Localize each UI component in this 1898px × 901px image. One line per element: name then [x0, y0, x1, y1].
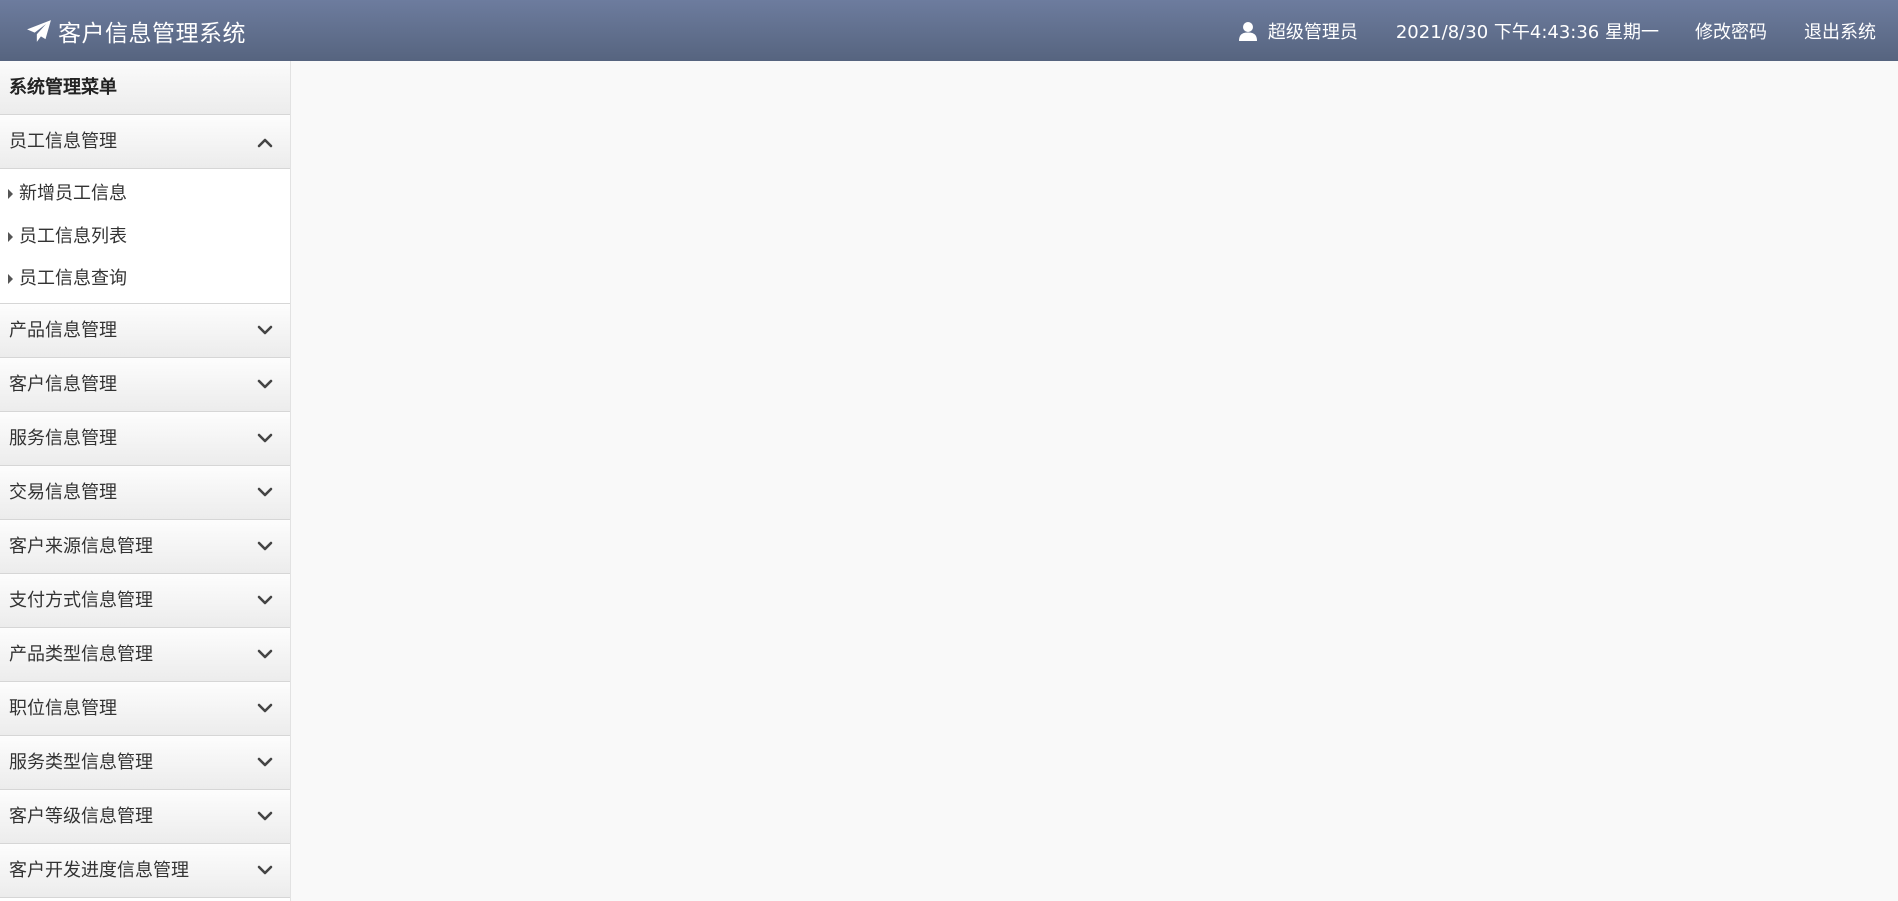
menu-group-label: 交易信息管理: [9, 481, 117, 503]
menu-group-label: 服务类型信息管理: [9, 751, 153, 773]
chevron-down-icon: [257, 325, 273, 335]
menu-group-header[interactable]: 职位信息管理: [0, 681, 290, 736]
paper-plane-icon: [26, 19, 52, 43]
menu-group-header[interactable]: 产品信息管理: [0, 303, 290, 358]
menu-group-header[interactable]: 客户开发进度信息管理: [0, 843, 290, 898]
caret-right-icon: [8, 231, 13, 242]
main-content: [291, 61, 1898, 901]
menu-group-header[interactable]: 服务类型信息管理: [0, 735, 290, 790]
menu-subitem-label: 员工信息列表: [19, 225, 127, 247]
menu-group-header[interactable]: 客户来源信息管理: [0, 519, 290, 574]
chevron-up-icon: [257, 138, 273, 147]
chevron-down-icon: [257, 433, 273, 443]
menu-group-label: 客户开发进度信息管理: [9, 859, 189, 881]
menu-group-label: 客户信息管理: [9, 373, 117, 395]
sidebar-title: 系统管理菜单: [0, 61, 290, 115]
menu-group-label: 产品信息管理: [9, 319, 117, 341]
top-bar: 客户信息管理系统 超级管理员 2021/8/30 下午4:43:36 星期一 修…: [0, 0, 1898, 61]
chevron-down-icon: [257, 649, 273, 659]
chevron-down-icon: [257, 541, 273, 551]
datetime-display: 2021/8/30 下午4:43:36 星期一: [1395, 21, 1659, 43]
logout-link[interactable]: 退出系统: [1804, 18, 1876, 44]
current-user: 超级管理员: [1238, 18, 1358, 44]
brand: 客户信息管理系统: [26, 0, 246, 61]
menu-group-label: 服务信息管理: [9, 427, 117, 449]
menu-group-header[interactable]: 客户信息管理: [0, 357, 290, 412]
chevron-down-icon: [257, 379, 273, 389]
app-title: 客户信息管理系统: [58, 20, 246, 47]
caret-right-icon: [8, 189, 13, 200]
user-name: 超级管理员: [1267, 21, 1358, 43]
menu-subitems: 新增员工信息 员工信息列表 员工信息查询: [0, 169, 290, 304]
menu-group-label: 员工信息管理: [9, 131, 117, 152]
menu-group-header[interactable]: 客户等级信息管理: [0, 789, 290, 844]
change-password-link[interactable]: 修改密码: [1695, 18, 1767, 44]
menu-subitem-label: 新增员工信息: [19, 183, 127, 204]
chevron-down-icon: [257, 703, 273, 713]
sidebar-menu: 系统管理菜单 员工信息管理新增员工信息 员工信息列表 员工信息查询产品信息管理 客户信…: [0, 61, 291, 901]
menu-group-header[interactable]: 支付方式信息管理: [0, 573, 290, 628]
menu-subitem-label: 员工信息查询: [19, 268, 127, 289]
menu-group-label: 产品类型信息管理: [9, 643, 153, 665]
menu-group-label: 支付方式信息管理: [9, 589, 153, 611]
chevron-down-icon: [257, 757, 273, 767]
menu-group-header[interactable]: 交易信息管理: [0, 465, 290, 520]
menu-subitem[interactable]: 新增员工信息: [0, 173, 290, 216]
menu-groups: 员工信息管理新增员工信息 员工信息列表 员工信息查询产品信息管理 客户信息管理 服务信息…: [0, 115, 290, 898]
menu-subitem[interactable]: 员工信息列表: [0, 216, 290, 259]
menu-group-header[interactable]: 员工信息管理: [0, 115, 290, 169]
menu-group-label: 职位信息管理: [9, 697, 117, 719]
menu-group-header[interactable]: 服务信息管理: [0, 411, 290, 466]
user-icon: [1238, 21, 1258, 41]
menu-subitem[interactable]: 员工信息查询: [0, 258, 290, 301]
top-nav: 超级管理员 2021/8/30 下午4:43:36 星期一 修改密码 退出系统: [1238, 0, 1876, 61]
chevron-down-icon: [257, 595, 273, 605]
menu-group-label: 客户等级信息管理: [9, 805, 153, 827]
menu-group-header[interactable]: 产品类型信息管理: [0, 627, 290, 682]
menu-group-label: 客户来源信息管理: [9, 535, 153, 557]
caret-right-icon: [8, 274, 13, 285]
chevron-down-icon: [257, 811, 273, 821]
chevron-down-icon: [257, 487, 273, 497]
chevron-down-icon: [257, 865, 273, 875]
